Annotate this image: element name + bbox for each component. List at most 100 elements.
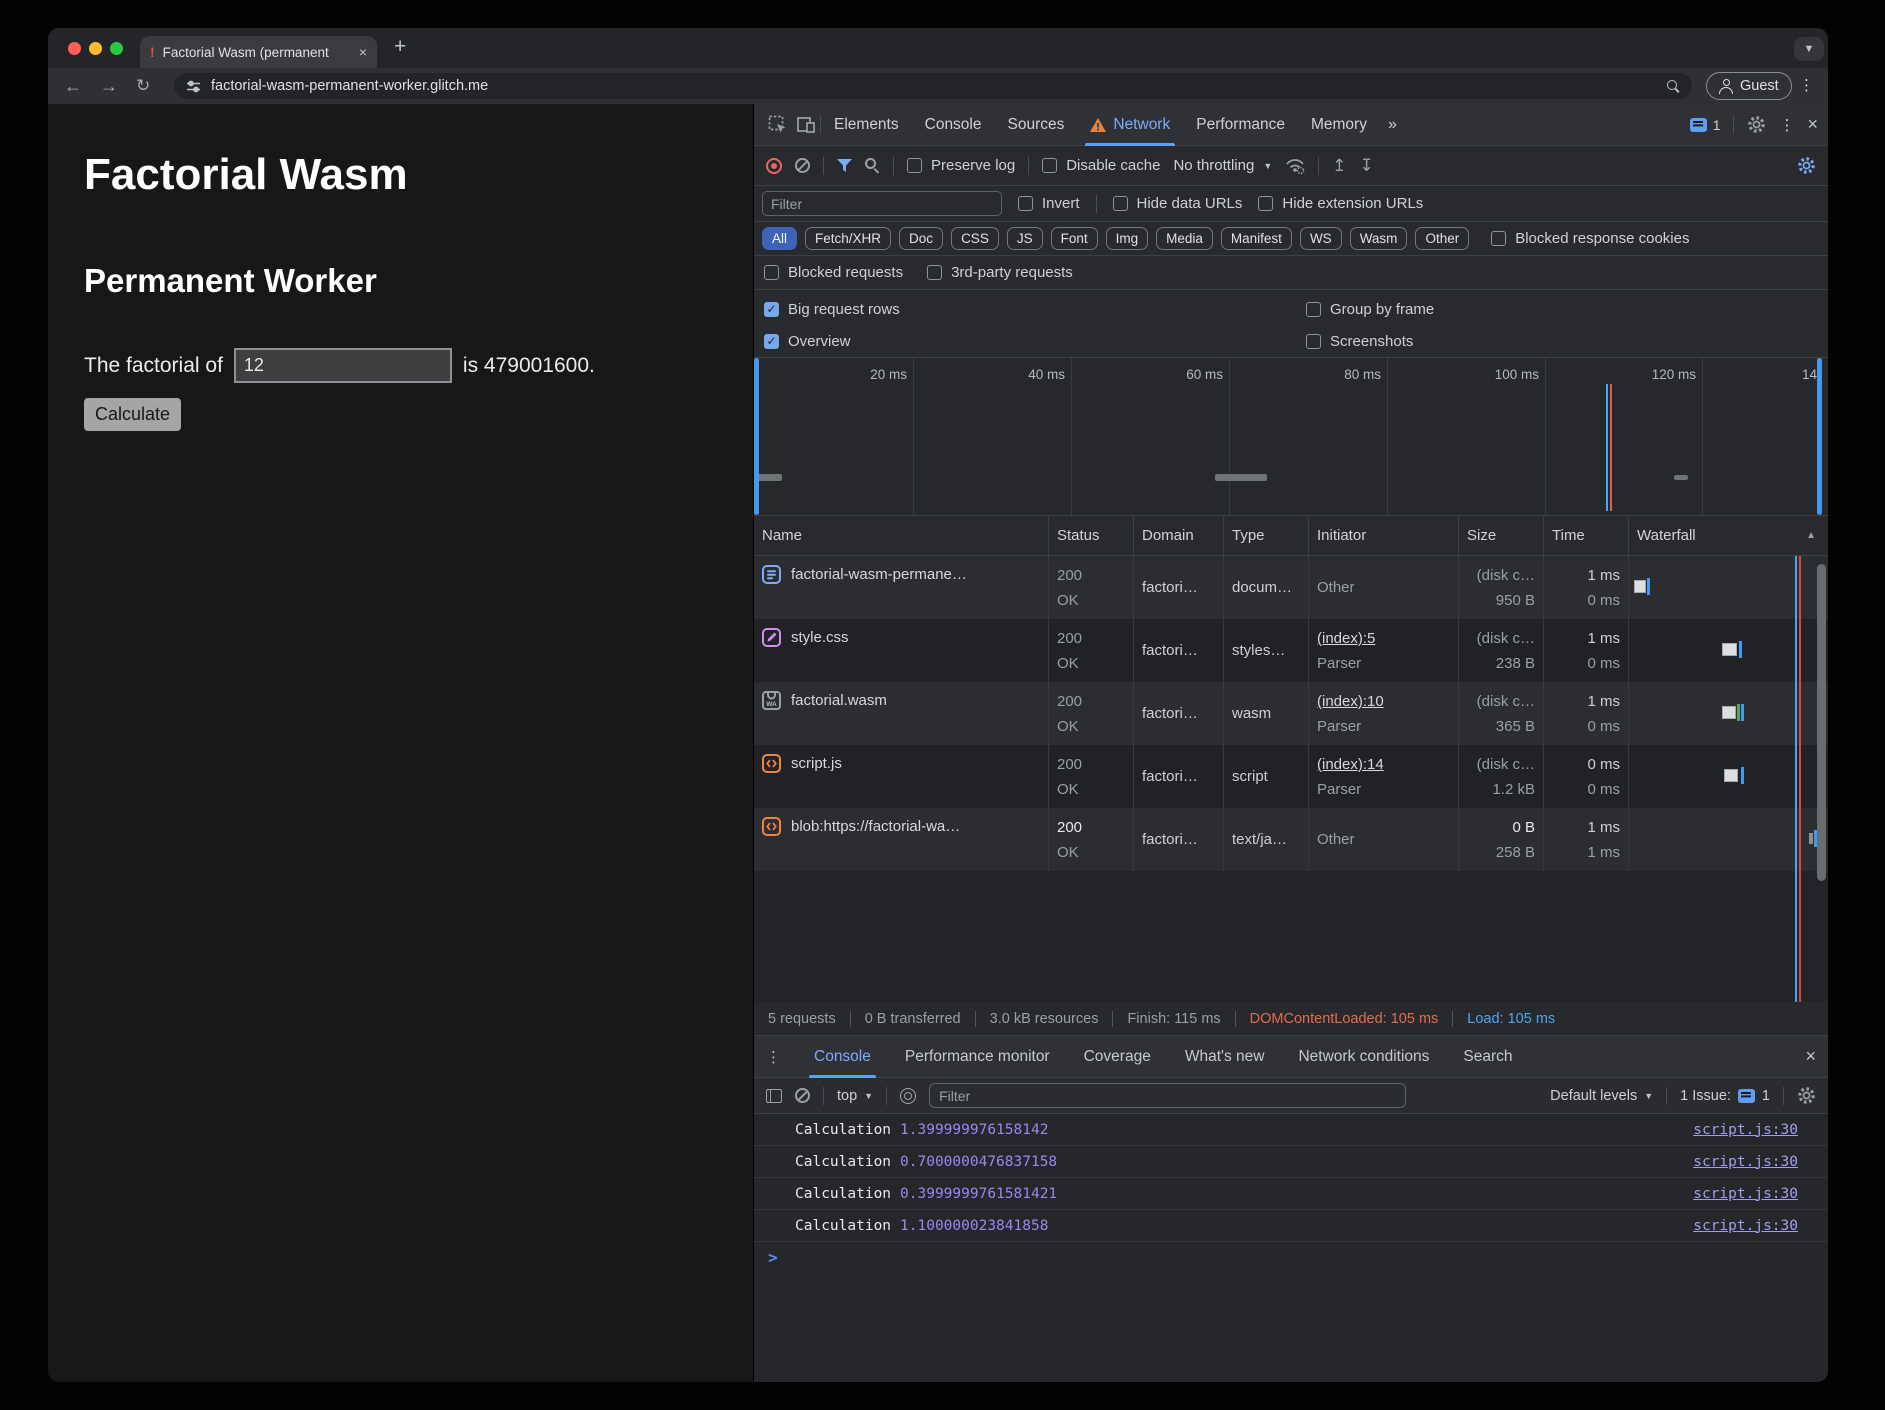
- devtools-menu-icon[interactable]: ⋮: [1779, 116, 1794, 134]
- tab-search-button[interactable]: ▼: [1794, 37, 1824, 61]
- overview-right-handle[interactable]: [1817, 358, 1822, 515]
- console-message[interactable]: Calculation 0.7000000476837158 script.js…: [754, 1146, 1828, 1178]
- clear-network-log-button[interactable]: [795, 158, 810, 173]
- request-row[interactable]: blob:https://factorial-wa… 200OK factori…: [754, 808, 1828, 871]
- calculate-button[interactable]: Calculate: [84, 398, 181, 431]
- tab-console[interactable]: Console: [912, 104, 995, 146]
- drawer-close-icon[interactable]: ×: [1805, 1046, 1816, 1067]
- console-settings-icon[interactable]: [1797, 1086, 1816, 1105]
- disable-cache-checkbox[interactable]: Disable cache: [1042, 157, 1160, 174]
- log-levels-dropdown[interactable]: Default levels▼: [1550, 1088, 1653, 1104]
- source-link[interactable]: script.js:30: [1693, 1186, 1798, 1202]
- filter-chip-doc[interactable]: Doc: [899, 227, 943, 250]
- tab-performance[interactable]: Performance: [1183, 104, 1298, 146]
- network-conditions-icon[interactable]: [1285, 157, 1305, 175]
- hide-data-urls-checkbox[interactable]: Hide data URLs: [1113, 195, 1243, 212]
- tab-elements[interactable]: Elements: [821, 104, 912, 146]
- table-scrollbar[interactable]: [1817, 564, 1826, 881]
- devtools-close-icon[interactable]: ×: [1807, 114, 1818, 135]
- execution-context-dropdown[interactable]: top▼: [837, 1088, 873, 1104]
- more-tabs-icon[interactable]: »: [1380, 116, 1405, 134]
- console-prompt[interactable]: >: [754, 1242, 1828, 1272]
- drawer-menu-icon[interactable]: ⋮: [766, 1048, 781, 1066]
- device-toolbar-icon[interactable]: [792, 115, 820, 135]
- console-message[interactable]: Calculation 0.3999999761581421 script.js…: [754, 1178, 1828, 1210]
- drawer-tab-console[interactable]: Console: [797, 1036, 888, 1078]
- third-party-checkbox[interactable]: 3rd-party requests: [927, 264, 1073, 281]
- drawer-tab-whats-new[interactable]: What's new: [1168, 1036, 1282, 1078]
- live-expression-icon[interactable]: [900, 1088, 916, 1104]
- filter-chip-wasm[interactable]: Wasm: [1350, 227, 1408, 250]
- blocked-requests-checkbox[interactable]: Blocked requests: [764, 264, 903, 281]
- preserve-log-checkbox[interactable]: Preserve log: [907, 157, 1015, 174]
- zoom-window-button[interactable]: [110, 42, 123, 55]
- inspect-element-icon[interactable]: [764, 115, 792, 135]
- browser-menu-button[interactable]: ⋮: [1799, 76, 1814, 94]
- column-header-waterfall[interactable]: Waterfall▲: [1629, 516, 1828, 555]
- filter-icon[interactable]: [837, 159, 852, 172]
- filter-chip-manifest[interactable]: Manifest: [1221, 227, 1292, 250]
- column-header-domain[interactable]: Domain: [1134, 516, 1224, 555]
- overview-left-handle[interactable]: [754, 358, 759, 515]
- column-header-size[interactable]: Size: [1459, 516, 1544, 555]
- drawer-tab-network-conditions[interactable]: Network conditions: [1281, 1036, 1446, 1078]
- console-message[interactable]: Calculation 1.399999976158142 script.js:…: [754, 1114, 1828, 1146]
- zoom-page-icon[interactable]: [1667, 80, 1680, 93]
- source-link[interactable]: script.js:30: [1693, 1154, 1798, 1170]
- new-tab-button[interactable]: +: [394, 35, 406, 59]
- column-header-name[interactable]: Name: [754, 516, 1049, 555]
- throttling-dropdown[interactable]: No throttling▼: [1173, 157, 1272, 174]
- request-row[interactable]: style.css 200OK factori… styles… (index)…: [754, 619, 1828, 682]
- column-header-status[interactable]: Status: [1049, 516, 1134, 555]
- filter-chip-img[interactable]: Img: [1106, 227, 1149, 250]
- factorial-input[interactable]: [234, 348, 452, 383]
- drawer-tab-coverage[interactable]: Coverage: [1067, 1036, 1168, 1078]
- issues-counter[interactable]: 1: [1690, 117, 1721, 133]
- search-network-icon[interactable]: [865, 158, 880, 173]
- back-button[interactable]: ←: [64, 68, 82, 104]
- screenshots-checkbox[interactable]: Screenshots: [1306, 333, 1413, 350]
- group-by-frame-checkbox[interactable]: Group by frame: [1306, 301, 1434, 318]
- import-har-icon[interactable]: ↥: [1332, 156, 1346, 176]
- request-row[interactable]: WA factorial.wasm 200OK factori… wasm (i…: [754, 682, 1828, 745]
- profile-button[interactable]: Guest: [1706, 72, 1792, 100]
- network-settings-icon[interactable]: [1797, 156, 1816, 175]
- filter-chip-ws[interactable]: WS: [1300, 227, 1342, 250]
- reload-button[interactable]: ↻: [136, 68, 150, 104]
- blocked-cookies-checkbox[interactable]: Blocked response cookies: [1491, 230, 1689, 247]
- column-header-type[interactable]: Type: [1224, 516, 1309, 555]
- tab-close-icon[interactable]: ×: [359, 44, 367, 60]
- tab-sources[interactable]: Sources: [995, 104, 1078, 146]
- console-message[interactable]: Calculation 1.100000023841858 script.js:…: [754, 1210, 1828, 1242]
- console-sidebar-icon[interactable]: [766, 1089, 782, 1103]
- url-bar[interactable]: factorial-wasm-permanent-worker.glitch.m…: [174, 73, 1692, 99]
- invert-checkbox[interactable]: Invert: [1018, 195, 1080, 212]
- filter-chip-all[interactable]: All: [762, 227, 797, 250]
- request-row[interactable]: factorial-wasm-permane… 200OK factori… d…: [754, 556, 1828, 619]
- filter-chip-font[interactable]: Font: [1051, 227, 1098, 250]
- site-info-icon[interactable]: [186, 79, 201, 94]
- browser-tab[interactable]: ! Factorial Wasm (permanent W ×: [140, 36, 377, 68]
- export-har-icon[interactable]: ↧: [1359, 156, 1373, 176]
- overview-checkbox[interactable]: Overview: [764, 333, 851, 350]
- big-request-rows-checkbox[interactable]: Big request rows: [764, 301, 900, 318]
- record-network-log-button[interactable]: [766, 158, 782, 174]
- console-filter-input[interactable]: [929, 1083, 1406, 1108]
- forward-button[interactable]: →: [100, 68, 118, 104]
- source-link[interactable]: script.js:30: [1693, 1218, 1798, 1234]
- console-issues-counter[interactable]: 1 Issue: 1: [1680, 1088, 1770, 1104]
- drawer-tab-performance-monitor[interactable]: Performance monitor: [888, 1036, 1067, 1078]
- column-header-time[interactable]: Time: [1544, 516, 1629, 555]
- close-window-button[interactable]: [68, 42, 81, 55]
- column-header-initiator[interactable]: Initiator: [1309, 516, 1459, 555]
- filter-chip-fetch[interactable]: Fetch/XHR: [805, 227, 891, 250]
- network-overview-timeline[interactable]: 20 ms 40 ms 60 ms 80 ms 100 ms 120 ms 14: [754, 358, 1828, 516]
- devtools-settings-icon[interactable]: [1747, 115, 1766, 134]
- drawer-tab-search[interactable]: Search: [1446, 1036, 1529, 1078]
- filter-chip-js[interactable]: JS: [1007, 227, 1043, 250]
- minimize-window-button[interactable]: [89, 42, 102, 55]
- filter-chip-other[interactable]: Other: [1415, 227, 1469, 250]
- clear-console-button[interactable]: [795, 1088, 810, 1103]
- source-link[interactable]: script.js:30: [1693, 1122, 1798, 1138]
- tab-memory[interactable]: Memory: [1298, 104, 1380, 146]
